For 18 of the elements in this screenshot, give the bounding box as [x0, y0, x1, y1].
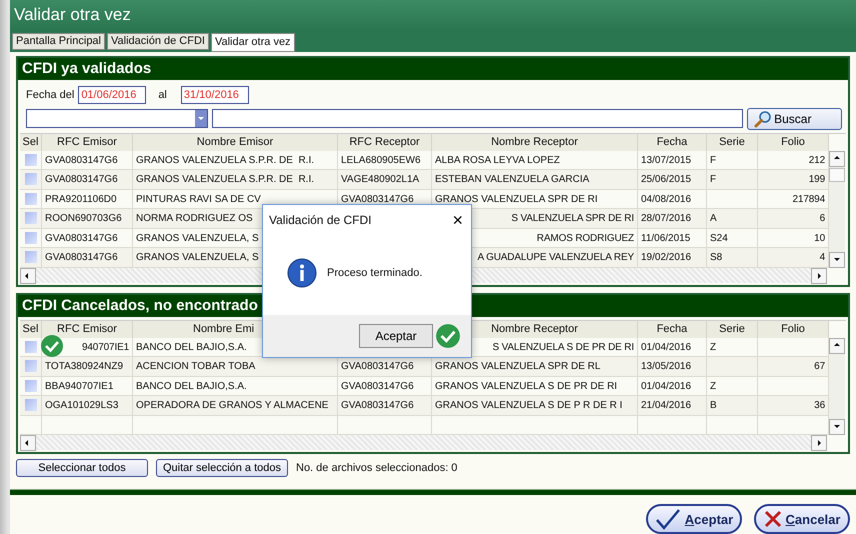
table-cell: VAGE480902L1A	[338, 170, 432, 190]
dialog-message: Proceso terminado.	[327, 267, 422, 279]
table-cell: 13/05/2016	[638, 357, 707, 376]
table-cell: F	[707, 170, 758, 190]
table-cell: 25/06/2015	[638, 170, 707, 190]
section-title: CFDI ya validados	[22, 60, 152, 77]
selected-count-label: No. de archivos seleccionados: 0	[296, 462, 458, 474]
table-cell: ROON690703G6	[42, 209, 133, 228]
table-cell: TOTA380924NZ9	[42, 357, 133, 376]
section-title: CFDI Cancelados, no encontrado	[22, 297, 258, 314]
table-cell: GRANOS VALENZUELA S.P.R. DE R.I.	[133, 170, 338, 190]
table-cell: A	[707, 209, 758, 228]
window-title: Validar otra vez	[14, 4, 131, 25]
date-to-label: al	[158, 88, 167, 100]
table-cell: GVA0803147G6	[42, 170, 133, 190]
date-from-label: Fecha del	[26, 88, 74, 100]
table-cell: 28/07/2016	[638, 209, 707, 228]
table-cell: ESTEBAN VALENZUELA GARCIA	[432, 170, 638, 190]
